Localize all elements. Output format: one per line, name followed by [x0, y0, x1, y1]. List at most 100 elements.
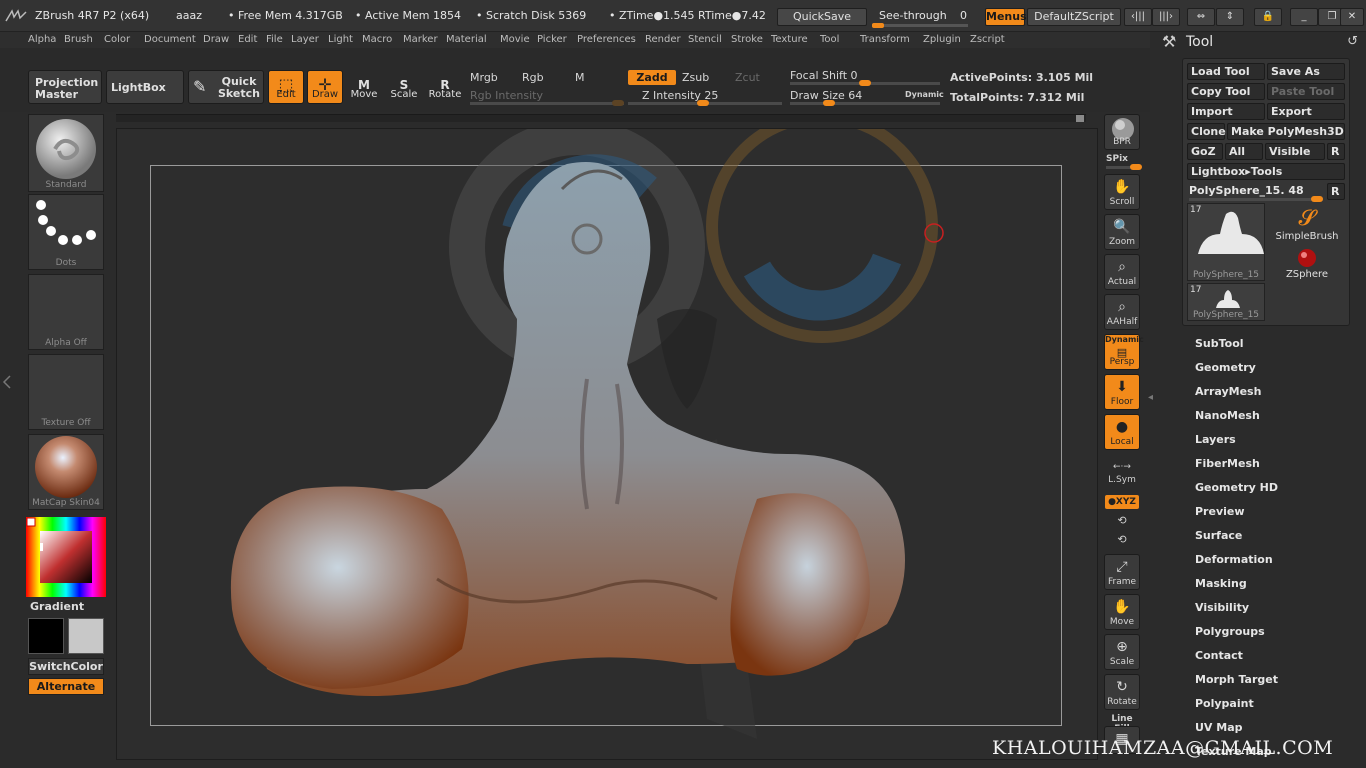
- goz-button[interactable]: GoZ: [1187, 143, 1223, 160]
- menu-tool[interactable]: Tool: [820, 34, 839, 45]
- focal-shift-knob[interactable]: [859, 80, 871, 86]
- goz-r-button[interactable]: R: [1327, 143, 1345, 160]
- menu-file[interactable]: File: [266, 34, 283, 45]
- menu-render[interactable]: Render: [645, 34, 681, 45]
- local-button[interactable]: ● Local: [1104, 414, 1140, 450]
- palette-left-icon[interactable]: ‹|||: [1124, 8, 1152, 26]
- subpalette-morph-target[interactable]: Morph Target: [1195, 673, 1278, 686]
- subpalette-nanomesh[interactable]: NanoMesh: [1195, 409, 1260, 422]
- strip-handle[interactable]: [1076, 115, 1084, 122]
- persp-button[interactable]: Dynamic ▤ Persp: [1104, 334, 1144, 370]
- subpalette-layers[interactable]: Layers: [1195, 433, 1236, 446]
- lightbox-button[interactable]: LightBox: [106, 70, 184, 104]
- zadd-button[interactable]: Zadd: [628, 70, 676, 85]
- menu-macro[interactable]: Macro: [362, 34, 392, 45]
- goz-all-button[interactable]: All: [1225, 143, 1263, 160]
- rotate-button[interactable]: R Rotate: [426, 70, 464, 104]
- menu-picker[interactable]: Picker: [537, 34, 567, 45]
- draw-button[interactable]: ✛ Draw: [307, 70, 343, 104]
- move-button[interactable]: M Move: [346, 70, 382, 104]
- minimize-icon[interactable]: _: [1290, 8, 1318, 26]
- current-tool-slider[interactable]: [1189, 196, 1323, 202]
- menu-stencil[interactable]: Stencil: [688, 34, 722, 45]
- menu-alpha[interactable]: Alpha: [28, 34, 56, 45]
- tool-r-button[interactable]: R: [1327, 183, 1345, 200]
- export-button[interactable]: Export: [1267, 103, 1345, 120]
- spix-label[interactable]: SPix: [1106, 154, 1142, 164]
- polysphere-thumb-2[interactable]: 17 PolySphere_15: [1187, 283, 1265, 321]
- lock-icon[interactable]: 🔒: [1254, 8, 1282, 26]
- current-tool-knob[interactable]: [1311, 196, 1323, 202]
- zsphere-tool[interactable]: ZSphere: [1273, 247, 1341, 280]
- default-zscript-button[interactable]: DefaultZScript: [1027, 8, 1121, 26]
- tool-palette-title[interactable]: Tool: [1186, 34, 1213, 50]
- stroke-tile[interactable]: Dots: [28, 194, 104, 270]
- rgb-intensity-label[interactable]: Rgb Intensity: [470, 89, 543, 102]
- subpalette-subtool[interactable]: SubTool: [1195, 337, 1244, 350]
- subpalette-surface[interactable]: Surface: [1195, 529, 1242, 542]
- polysphere-thumb-1[interactable]: 17 PolySphere_15: [1187, 203, 1265, 281]
- menu-texture[interactable]: Texture: [771, 34, 808, 45]
- menu-brush[interactable]: Brush: [64, 34, 93, 45]
- actual-button[interactable]: ⌕ Actual: [1104, 254, 1140, 290]
- material-tile[interactable]: MatCap Skin04: [28, 434, 104, 510]
- draw-size-knob[interactable]: [823, 100, 835, 106]
- scale-view-button[interactable]: ⊕ Scale: [1104, 634, 1140, 670]
- rotate-y-icon[interactable]: ⟲: [1104, 514, 1140, 527]
- menu-draw[interactable]: Draw: [203, 34, 229, 45]
- rotate-z-icon[interactable]: ⟲: [1104, 533, 1140, 546]
- panel-collapse-icon[interactable]: ◂: [1148, 392, 1156, 406]
- menu-layer[interactable]: Layer: [291, 34, 319, 45]
- rotate-view-button[interactable]: ↻ Rotate: [1104, 674, 1140, 710]
- xyz-button[interactable]: ●XYZ: [1105, 495, 1139, 509]
- save-as-button[interactable]: Save As: [1267, 63, 1345, 80]
- goz-visible-button[interactable]: Visible: [1265, 143, 1325, 160]
- menu-stroke[interactable]: Stroke: [731, 34, 763, 45]
- color-picker[interactable]: [26, 517, 106, 597]
- subpalette-geometry[interactable]: Geometry: [1195, 361, 1256, 374]
- scale-button[interactable]: S Scale: [386, 70, 422, 104]
- main-color-swatch[interactable]: [28, 618, 64, 654]
- layout2-icon[interactable]: ⇕: [1216, 8, 1244, 26]
- menu-zscript[interactable]: Zscript: [970, 34, 1005, 45]
- palette-right-icon[interactable]: |||›: [1152, 8, 1180, 26]
- menu-document[interactable]: Document: [144, 34, 196, 45]
- zoom-button[interactable]: 🔍 Zoom: [1104, 214, 1140, 250]
- load-tool-button[interactable]: Load Tool: [1187, 63, 1265, 80]
- switchcolor-button[interactable]: SwitchColor: [28, 658, 104, 675]
- rgb-button[interactable]: Rgb: [522, 71, 544, 84]
- subpalette-deformation[interactable]: Deformation: [1195, 553, 1273, 566]
- menu-edit[interactable]: Edit: [238, 34, 257, 45]
- menu-zplugin[interactable]: Zplugin: [923, 34, 961, 45]
- clone-button[interactable]: Clone: [1187, 123, 1226, 140]
- subpalette-polygroups[interactable]: Polygroups: [1195, 625, 1265, 638]
- menu-marker[interactable]: Marker: [403, 34, 438, 45]
- focal-shift-label[interactable]: Focal Shift 0: [790, 69, 858, 82]
- alpha-tile[interactable]: Alpha Off: [28, 274, 104, 350]
- projection-master-button[interactable]: Projection Master: [28, 70, 102, 104]
- close-icon[interactable]: ✕: [1340, 8, 1364, 26]
- alternate-button[interactable]: Alternate: [28, 678, 104, 695]
- mrgb-button[interactable]: Mrgb: [470, 71, 498, 84]
- focal-shift-slider[interactable]: [790, 80, 940, 86]
- spix-knob[interactable]: [1130, 164, 1142, 170]
- reset-icon[interactable]: ↺: [1347, 34, 1358, 49]
- m-button[interactable]: M: [575, 71, 585, 84]
- document-canvas[interactable]: [116, 128, 1098, 760]
- quicksave-button[interactable]: QuickSave: [777, 8, 867, 26]
- menu-material[interactable]: Material: [446, 34, 487, 45]
- z-intensity-slider[interactable]: [628, 100, 782, 106]
- subpalette-uv-map[interactable]: UV Map: [1195, 721, 1243, 734]
- aahalf-button[interactable]: ⌕ AAHalf: [1104, 294, 1140, 330]
- import-button[interactable]: Import: [1187, 103, 1265, 120]
- tray-collapse-icon[interactable]: [2, 342, 12, 562]
- simplebrush-tool[interactable]: 𝓢 SimpleBrush: [1273, 207, 1341, 243]
- move-view-button[interactable]: ✋ Move: [1104, 594, 1140, 630]
- sculpt-model[interactable]: [117, 129, 1097, 759]
- quick-sketch-button[interactable]: ✎ Quick Sketch: [188, 70, 264, 104]
- spix-slider[interactable]: [1106, 164, 1142, 170]
- zsub-button[interactable]: Zsub: [682, 71, 709, 84]
- zcut-button[interactable]: Zcut: [735, 71, 760, 84]
- scroll-button[interactable]: ✋ Scroll: [1104, 174, 1140, 210]
- copy-tool-button[interactable]: Copy Tool: [1187, 83, 1265, 100]
